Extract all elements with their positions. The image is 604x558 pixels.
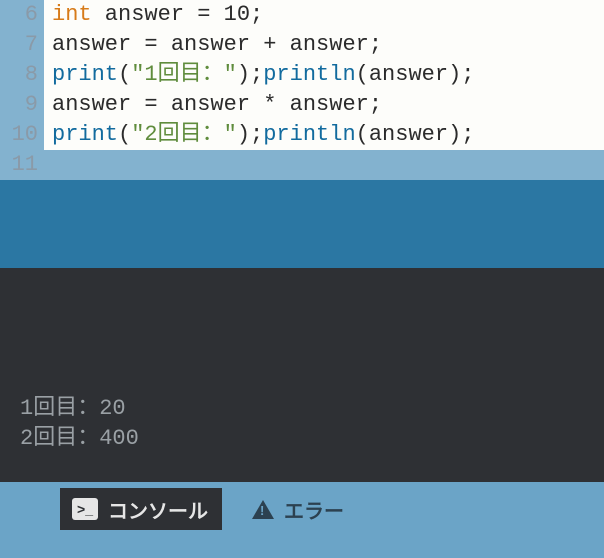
line-number: 8 <box>0 60 44 90</box>
terminal-icon: >_ <box>72 498 98 520</box>
token: ; <box>461 62 474 87</box>
code-line[interactable]: 7answer = answer + answer; <box>0 30 604 60</box>
token: ( <box>118 122 131 147</box>
token: ) <box>237 122 250 147</box>
token: = <box>197 2 210 27</box>
code-content[interactable]: print("1回目：");println(answer); <box>44 60 474 90</box>
token: answer <box>276 92 368 117</box>
token: = <box>144 92 157 117</box>
token: ; <box>461 122 474 147</box>
console-line: 2回目：400 <box>20 424 584 454</box>
code-line[interactable]: 6int answer = 10; <box>0 0 604 30</box>
token: ; <box>250 2 263 27</box>
code-line[interactable]: 9answer = answer * answer; <box>0 90 604 120</box>
token: println <box>263 62 355 87</box>
token: "2回目：" <box>131 122 237 147</box>
token: = <box>144 32 157 57</box>
code-content[interactable] <box>44 150 604 180</box>
token: 10 <box>224 2 250 27</box>
tab-console-label: コンソール <box>108 495 208 524</box>
token: ) <box>237 62 250 87</box>
token: ; <box>250 62 263 87</box>
token: + <box>263 32 276 57</box>
tab-errors-label: エラー <box>284 495 344 524</box>
code-editor[interactable]: 6int answer = 10;7answer = answer + answ… <box>0 0 604 180</box>
line-number: 6 <box>0 0 44 30</box>
token <box>210 2 223 27</box>
token: "1回目：" <box>131 62 237 87</box>
token: ; <box>250 122 263 147</box>
code-content[interactable]: print("2回目：");println(answer); <box>44 120 474 150</box>
tab-errors[interactable]: エラー <box>240 488 358 530</box>
console-output: 1回目：202回目：400 <box>0 268 604 482</box>
token: answer <box>92 2 198 27</box>
code-content[interactable]: int answer = 10; <box>44 0 263 30</box>
token: print <box>52 62 118 87</box>
token: answer <box>158 32 264 57</box>
code-line[interactable]: 10print("2回目：");println(answer); <box>0 120 604 150</box>
separator-bar <box>0 180 604 268</box>
token: answer <box>369 62 448 87</box>
line-number: 11 <box>0 150 44 180</box>
line-number: 7 <box>0 30 44 60</box>
token: ) <box>448 122 461 147</box>
code-content[interactable]: answer = answer + answer; <box>44 30 382 60</box>
console-line: 1回目：20 <box>20 394 584 424</box>
line-number: 9 <box>0 90 44 120</box>
tab-console[interactable]: >_ コンソール <box>60 488 222 530</box>
token: answer <box>369 122 448 147</box>
token: ( <box>118 62 131 87</box>
token: ( <box>356 122 369 147</box>
bottom-tabs: >_ コンソール エラー <box>0 482 604 530</box>
token: ; <box>369 32 382 57</box>
code-line[interactable]: 11 <box>0 150 604 180</box>
token: answer <box>158 92 264 117</box>
token: answer <box>276 32 368 57</box>
token: * <box>263 92 276 117</box>
code-content[interactable]: answer = answer * answer; <box>44 90 382 120</box>
token: print <box>52 122 118 147</box>
token: ( <box>356 62 369 87</box>
token: int <box>52 2 92 27</box>
token: answer <box>52 92 144 117</box>
token: println <box>263 122 355 147</box>
token: ; <box>369 92 382 117</box>
token: ) <box>448 62 461 87</box>
token: answer <box>52 32 144 57</box>
warning-icon <box>252 500 274 519</box>
line-number: 10 <box>0 120 44 150</box>
code-line[interactable]: 8print("1回目：");println(answer); <box>0 60 604 90</box>
